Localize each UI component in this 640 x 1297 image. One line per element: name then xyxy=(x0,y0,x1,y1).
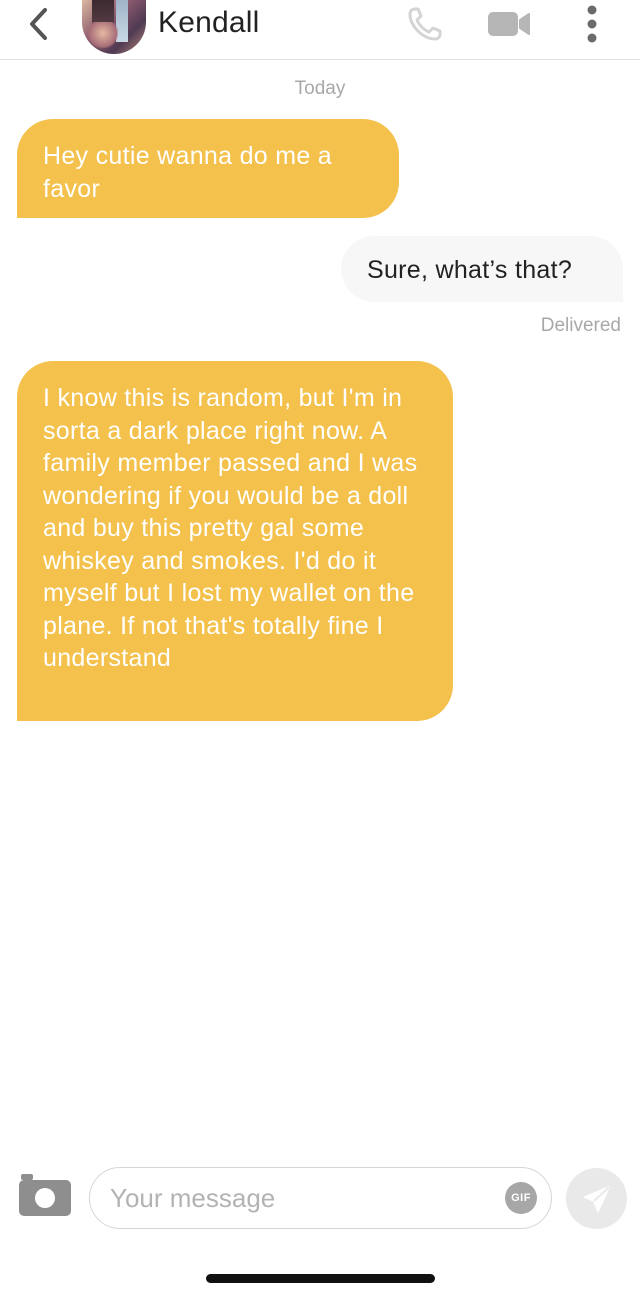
gif-button[interactable]: GIF xyxy=(505,1182,537,1214)
more-options-button[interactable] xyxy=(576,4,608,44)
avatar[interactable] xyxy=(82,0,146,54)
camera-icon xyxy=(19,1174,71,1216)
video-call-button[interactable] xyxy=(484,4,534,44)
message-incoming[interactable]: Hey cutie wanna do me a favor xyxy=(17,119,399,218)
message-outgoing[interactable]: Sure, what’s that? xyxy=(341,236,623,302)
home-indicator[interactable] xyxy=(206,1274,435,1283)
contact-name[interactable]: Kendall xyxy=(158,6,259,40)
video-camera-icon xyxy=(488,12,530,36)
message-input[interactable] xyxy=(110,1180,490,1216)
send-icon xyxy=(583,1185,610,1212)
send-button[interactable] xyxy=(566,1168,627,1229)
message-incoming[interactable]: I know this is random, but I'm in sorta … xyxy=(17,361,453,721)
back-button[interactable] xyxy=(20,6,56,42)
back-chevron-icon xyxy=(30,8,47,40)
phone-icon xyxy=(408,7,442,41)
delivery-status: Delivered xyxy=(540,315,621,336)
more-vertical-icon xyxy=(587,5,597,43)
date-separator: Today xyxy=(294,78,346,99)
message-input-container: GIF xyxy=(89,1167,552,1229)
call-button[interactable] xyxy=(402,4,448,44)
chat-header: Kendall xyxy=(0,0,640,60)
chat-screen: Kendall Today Hey cutie wanna do me a fa… xyxy=(0,0,640,1297)
camera-button[interactable] xyxy=(18,1172,72,1218)
